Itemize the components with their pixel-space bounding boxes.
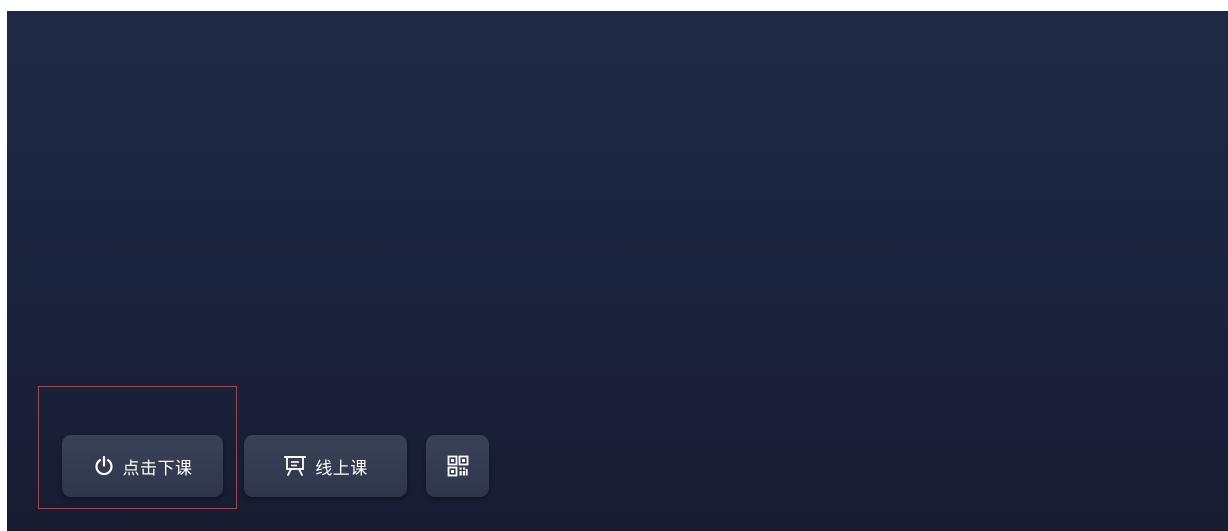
online-class-button[interactable]: 线上课	[244, 435, 407, 497]
end-class-button[interactable]: 点击下课	[62, 435, 223, 497]
online-class-label: 线上课	[315, 458, 368, 479]
presentation-board-icon	[283, 454, 307, 478]
main-canvas: 点击下课 线上课	[7, 11, 1228, 531]
end-class-label: 点击下课	[122, 458, 193, 479]
qr-code-icon	[447, 455, 469, 477]
power-icon	[93, 455, 115, 477]
qr-code-button[interactable]	[426, 435, 489, 497]
